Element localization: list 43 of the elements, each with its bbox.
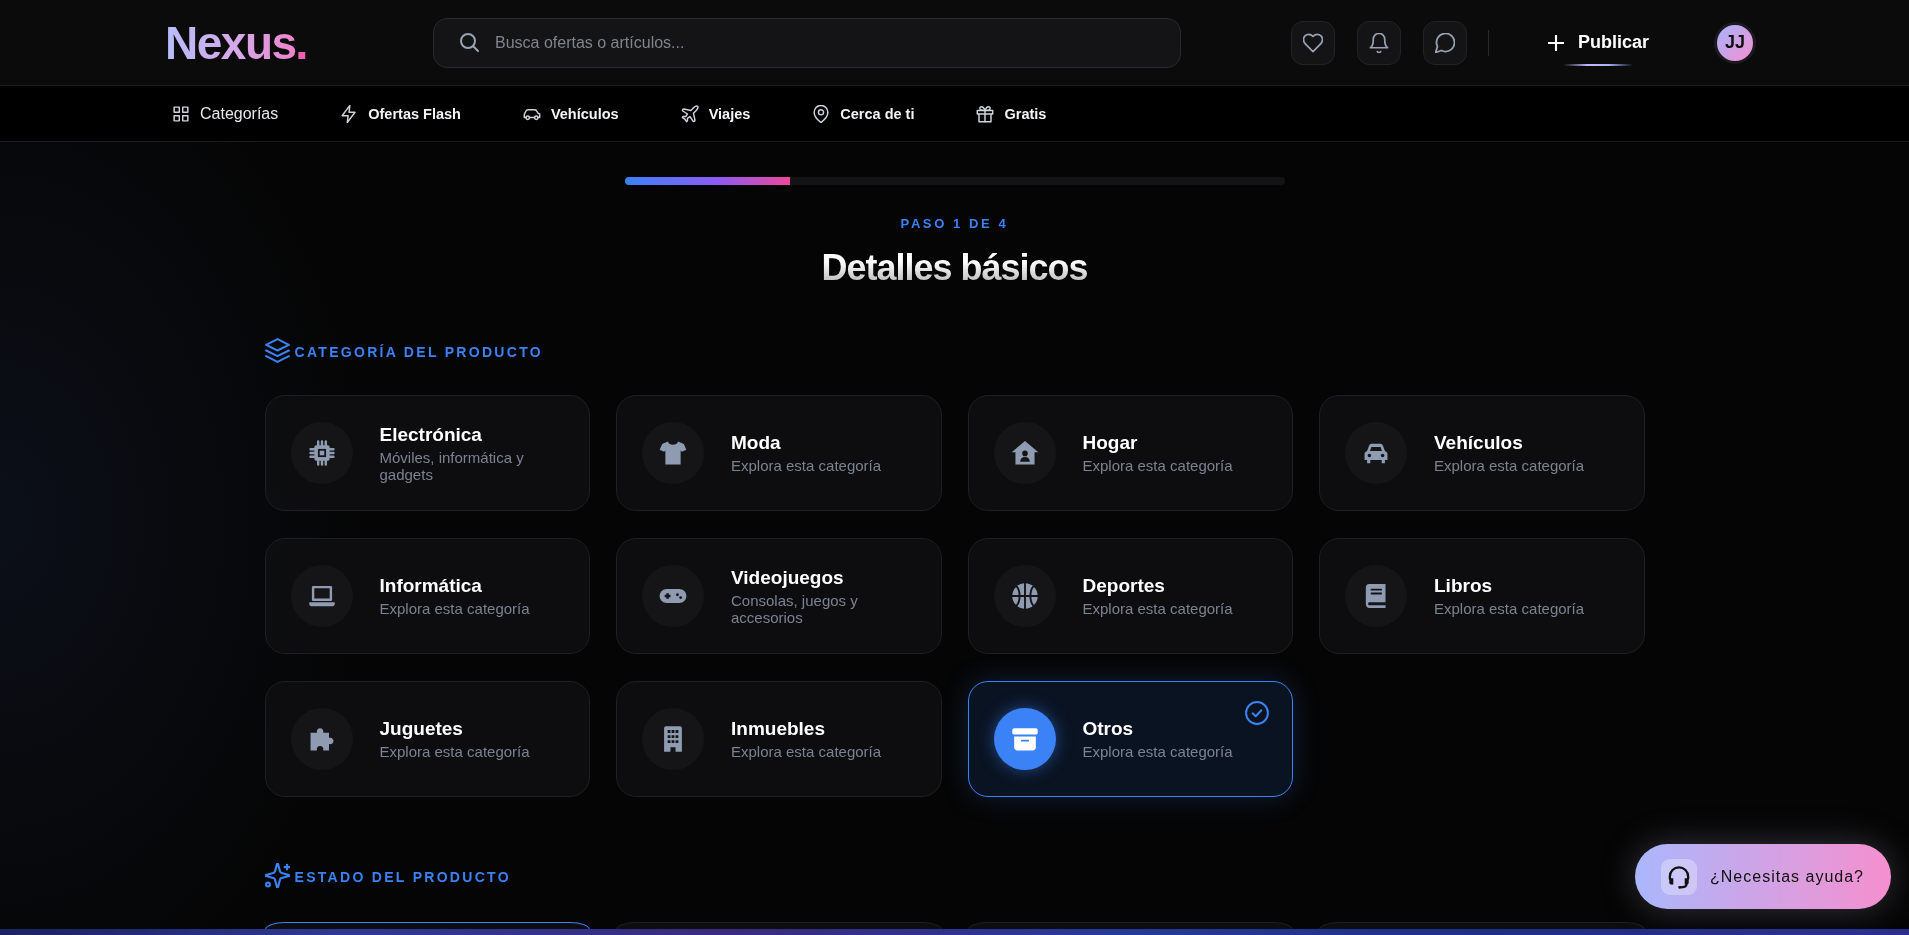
search-field[interactable]: Busca ofertas o artículos...	[433, 17, 1181, 68]
plane-icon	[680, 104, 699, 123]
condition-option[interactable]	[264, 922, 590, 929]
sparkles-icon	[264, 862, 290, 888]
section-heading: CATEGORÍA DEL PRODUCTO	[294, 343, 543, 361]
notifications-button[interactable]	[1356, 20, 1401, 65]
user-avatar[interactable]: JJ	[1714, 21, 1756, 64]
category-option[interactable]: Electrónica Móviles, informática y gadgets	[264, 395, 590, 511]
bell-icon	[1368, 32, 1389, 53]
category-option[interactable]: Deportes Explora esta categoría	[967, 538, 1293, 654]
check-circle-icon	[1245, 701, 1269, 725]
step-label: PASO 1 DE 4	[900, 216, 1009, 232]
category-option[interactable]: Hogar Explora esta categoría	[967, 395, 1293, 511]
layers-icon	[264, 337, 290, 363]
lightning-icon	[340, 104, 359, 123]
nav-link[interactable]: Gratis	[976, 104, 1047, 123]
chat-bubble-icon	[1434, 32, 1455, 53]
nav-link[interactable]: Ofertas Flash	[340, 104, 461, 123]
box-icon	[993, 708, 1056, 770]
help-button[interactable]: ¿Necesitas ayuda?	[1635, 844, 1891, 909]
nav-link[interactable]: Vehículos	[522, 104, 619, 123]
category-option[interactable]: Libros Explora esta categoría	[1319, 538, 1645, 654]
messages-button[interactable]	[1422, 20, 1467, 65]
favorites-button[interactable]	[1290, 20, 1335, 65]
search-icon	[460, 33, 479, 52]
map-pin-icon	[812, 104, 831, 123]
publish-button[interactable]: Publicar	[1529, 18, 1667, 67]
headset-icon	[1661, 858, 1698, 895]
nav-link[interactable]: Viajes	[680, 104, 751, 123]
heart-icon	[1302, 32, 1323, 53]
category-option[interactable]: Inmuebles Explora esta categoría	[616, 681, 942, 797]
category-option[interactable]: Vehículos Explora esta categoría	[1319, 395, 1645, 511]
category-option[interactable]: Informática Explora esta categoría	[264, 538, 590, 654]
plus-icon	[1547, 34, 1564, 51]
nav-link[interactable]: Cerca de ti	[812, 104, 915, 123]
nav-link[interactable]: Categorías	[172, 104, 279, 123]
category-option[interactable]: Juguetes Explora esta categoría	[264, 681, 590, 797]
category-option[interactable]: Otros Explora esta categoría	[967, 681, 1293, 797]
section-heading: ESTADO DEL PRODUCTO	[294, 868, 511, 886]
category-option[interactable]: Videojuegos Consolas, juegos y accesorios	[616, 538, 942, 654]
category-option[interactable]: Moda Explora esta categoría	[616, 395, 942, 511]
gift-icon	[976, 104, 995, 123]
grid-icon	[172, 104, 190, 123]
